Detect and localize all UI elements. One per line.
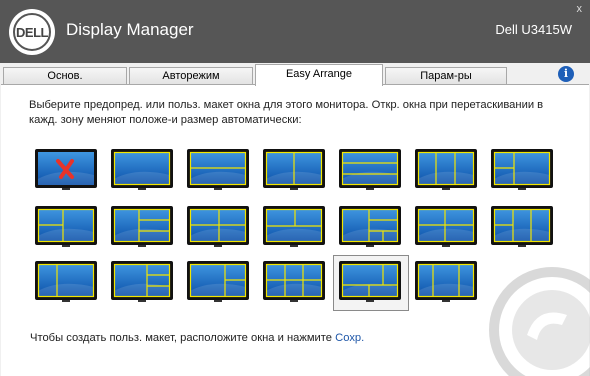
tab-easy-arrange[interactable]: Easy Arrange (255, 64, 383, 86)
monitor-thumbnail (263, 206, 325, 247)
layout-preset-cols-3[interactable] (415, 149, 477, 191)
title-bar: DELL Display Manager Dell U3415W x (0, 0, 590, 63)
tab-auto-mode[interactable]: Авторежим (129, 67, 253, 85)
layout-preset-left-wide-right-2[interactable] (187, 261, 249, 303)
layout-preset-grid-2x2-centre[interactable] (187, 206, 249, 248)
layout-preset-cols-3-wide-middle[interactable] (415, 261, 477, 303)
monitor-thumbnail (263, 261, 325, 302)
monitor-thumbnail (491, 149, 553, 190)
layout-preset-grid-2x3[interactable] (263, 261, 325, 303)
monitor-thumbnail (339, 206, 401, 247)
monitor-thumbnail (339, 149, 401, 190)
monitor-thumbnail (187, 149, 249, 190)
monitor-thumbnail (111, 206, 173, 247)
tab-strip: Основ. Авторежим Easy Arrange Парам-ры (0, 63, 590, 86)
monitor-thumbnail (263, 149, 325, 190)
tab-options[interactable]: Парам-ры (385, 67, 507, 85)
tab-basic[interactable]: Основ. (3, 67, 127, 85)
watermark-logo (489, 267, 590, 376)
layout-preset-rows-2[interactable] (187, 149, 249, 191)
monitor-thumbnail (111, 149, 173, 190)
layout-preset-main-right-bottom[interactable] (333, 255, 409, 311)
info-icon[interactable]: i (558, 66, 574, 82)
layout-preset-left-big-right-3[interactable] (111, 206, 173, 248)
close-button[interactable]: x (577, 3, 583, 15)
monitor-thumbnail (35, 261, 97, 302)
dell-logo: DELL (9, 9, 55, 55)
monitor-thumbnail (415, 206, 477, 247)
layout-preset-none[interactable] (35, 149, 97, 191)
layout-preset-left-2-stack-right[interactable] (491, 149, 553, 191)
footer-instruction: Чтобы создать польз. макет, расположите … (30, 332, 336, 344)
layout-preset-left-wide-right-3[interactable] (111, 261, 173, 303)
monitor-model: Dell U3415W (495, 22, 572, 37)
monitor-thumbnail (187, 206, 249, 247)
monitor-thumbnail (111, 261, 173, 302)
monitor-thumbnail (491, 206, 553, 247)
layout-preset-top-left-and-bottom[interactable] (263, 206, 325, 248)
layout-preset-left-right-4[interactable] (339, 206, 401, 248)
footer-text: Чтобы создать польз. макет, расположите … (30, 332, 364, 344)
save-link[interactable]: Сохр. (335, 332, 364, 344)
monitor-thumbnail (339, 261, 401, 302)
monitor-thumbnail (35, 149, 97, 190)
monitor-thumbnail (415, 261, 477, 302)
monitor-thumbnail (415, 149, 477, 190)
layout-preset-cols-3-left-split[interactable] (491, 206, 553, 248)
monitor-thumbnail (187, 261, 249, 302)
logo-text: DELL (13, 13, 51, 51)
layout-preset-left-big-3-right[interactable] (35, 206, 97, 248)
layout-preset-cols-2[interactable] (263, 149, 325, 191)
layout-preset-rows-3[interactable] (339, 149, 401, 191)
app-title: Display Manager (66, 20, 194, 39)
monitor-thumbnail (35, 206, 97, 247)
layout-preset-full[interactable] (111, 149, 173, 191)
layout-preset-left-split-right[interactable] (415, 206, 477, 248)
instructions-text: Выберите предопред. или польз. макет окн… (29, 99, 544, 126)
layout-preset-left-wide-right[interactable] (35, 261, 97, 303)
